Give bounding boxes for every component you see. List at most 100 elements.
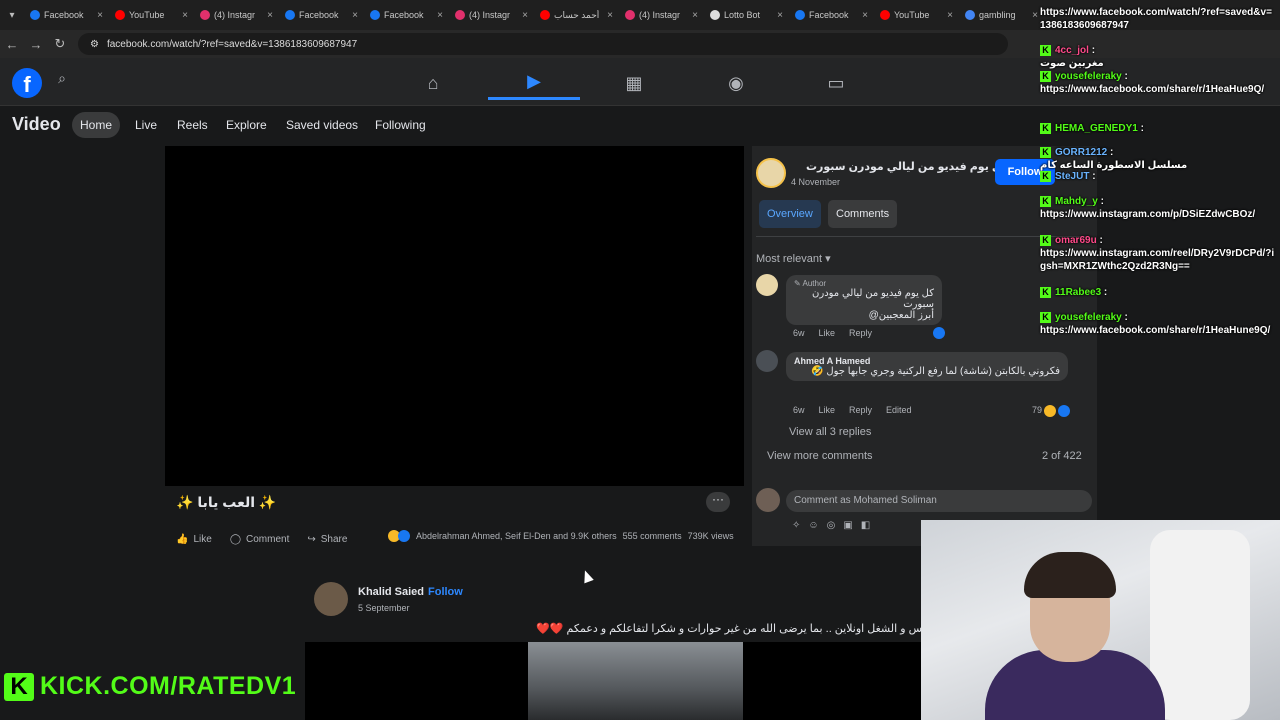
close-icon[interactable]: × — [267, 10, 273, 21]
haha-reaction-icon — [1044, 405, 1057, 417]
marketplace-nav-icon[interactable]: ▦ — [584, 66, 684, 100]
close-icon[interactable]: × — [437, 10, 443, 21]
chip-live[interactable]: Live — [127, 112, 165, 138]
sort-dropdown[interactable]: Most relevant ▾ — [756, 252, 831, 265]
comment-reply-button[interactable]: Reply — [849, 405, 872, 415]
tab-comments[interactable]: Comments — [828, 200, 898, 228]
comment-input[interactable]: Comment as Mohamed Soliman — [786, 490, 1092, 512]
comment-reply-button[interactable]: Reply — [849, 328, 872, 338]
instagram-icon — [455, 10, 465, 20]
forward-icon[interactable]: → — [24, 37, 48, 52]
search-icon[interactable]: ⌕ — [50, 70, 74, 94]
comment-button[interactable]: ◯ Comment — [230, 534, 290, 545]
back-icon[interactable]: ← — [0, 37, 24, 52]
comment-like-button[interactable]: Like — [819, 405, 836, 415]
chat-text: https://www.facebook.com/watch/?ref=save… — [1040, 7, 1272, 31]
avatar[interactable] — [756, 274, 778, 296]
video-player[interactable] — [165, 146, 744, 486]
avatar[interactable] — [756, 350, 778, 372]
browser-tab[interactable]: (4) Instagr × — [194, 2, 279, 28]
browser-tab[interactable]: Facebook × — [364, 2, 449, 28]
close-icon[interactable]: × — [692, 10, 698, 21]
groups-nav-icon[interactable]: ◉ — [686, 66, 786, 100]
chat-message: Kyousefeleraky : https://www.facebook.co… — [1040, 70, 1276, 96]
post-author[interactable]: Khalid Saied — [358, 586, 424, 598]
reactions-summary[interactable]: Abdelrahman Ahmed, Seif El-Den and 9.9K … — [416, 531, 617, 541]
address-bar[interactable]: ⚙ facebook.com/watch/?ref=saved&v=138618… — [78, 33, 1008, 55]
home-nav-icon[interactable]: ⌂ — [383, 66, 483, 100]
tab-search-icon[interactable]: ▾ — [0, 2, 24, 28]
close-icon[interactable]: × — [97, 10, 103, 21]
chat-text: https://www.instagram.com/reel/DRy2V9rDC… — [1040, 248, 1275, 272]
browser-tab[interactable]: Facebook × — [24, 2, 109, 28]
chat-separator: : — [1121, 312, 1128, 323]
comments-pager: 2 of 422 — [1042, 450, 1082, 462]
youtube-icon — [880, 10, 890, 20]
chip-following[interactable]: Following — [367, 112, 434, 138]
sticker-icon[interactable]: ◧ — [861, 520, 870, 531]
close-icon[interactable]: × — [947, 10, 953, 21]
tab-label: Facebook — [299, 10, 339, 20]
post-thumbnail — [528, 642, 743, 720]
comment-author[interactable]: Ahmed A Hameed — [794, 356, 1060, 366]
browser-tab[interactable]: (4) Instagr × — [449, 2, 534, 28]
chat-message: K SteJUT : — [1040, 170, 1276, 183]
facebook-logo-icon[interactable]: f — [12, 68, 42, 98]
thumbs-up-icon: 👍 — [176, 533, 189, 545]
chip-explore[interactable]: Explore — [218, 112, 275, 138]
post-date: 5 September — [358, 603, 410, 613]
chat-separator: : — [1089, 171, 1096, 182]
browser-tab[interactable]: YouTube × — [874, 2, 959, 28]
browser-tab[interactable]: YouTube × — [109, 2, 194, 28]
comments-count[interactable]: 555 comments — [623, 531, 682, 541]
close-icon[interactable]: × — [777, 10, 783, 21]
like-button[interactable]: 👍 Like — [176, 534, 212, 545]
reload-icon[interactable]: ↻ — [48, 36, 72, 52]
browser-tab[interactable]: (4) Instagr × — [619, 2, 704, 28]
chat-message: K Mahdy_y : https://www.instagram.com/p/D… — [1040, 195, 1276, 221]
tab-label: (4) Instagr — [214, 10, 256, 20]
browser-tab[interactable]: أحمد حساب × — [534, 2, 619, 28]
tab-overview[interactable]: Overview — [759, 200, 821, 228]
gif-icon[interactable]: ▣ — [843, 520, 852, 531]
comment-reactions[interactable]: 79 — [1032, 405, 1071, 417]
site-info-icon[interactable]: ⚙ — [90, 39, 99, 50]
browser-tab[interactable]: gambling × — [959, 2, 1044, 28]
close-icon[interactable]: × — [607, 10, 613, 21]
comment-text-mention: @أبرز المعجبين — [868, 310, 934, 321]
chat-message: Komar69u : https://www.instagram.com/ree… — [1040, 234, 1276, 273]
page-avatar[interactable] — [756, 158, 786, 188]
follow-link[interactable]: Follow — [428, 586, 463, 598]
video-nav-icon[interactable]: ▶ — [488, 66, 580, 100]
close-icon[interactable]: × — [352, 10, 358, 21]
youtube-icon — [115, 10, 125, 20]
chip-saved-videos[interactable]: Saved videos — [278, 112, 366, 138]
chip-reels[interactable]: Reels — [169, 112, 216, 138]
kick-badge-icon: K — [1040, 71, 1051, 82]
view-more-comments-link[interactable]: View more comments — [767, 450, 873, 462]
close-icon[interactable]: × — [182, 10, 188, 21]
chat-username: SteJUT — [1055, 171, 1090, 182]
kick-badge-icon: K — [1040, 171, 1051, 182]
gaming-nav-icon[interactable]: ▭ — [786, 66, 886, 100]
google-icon — [965, 10, 975, 20]
avatar[interactable] — [314, 582, 348, 616]
emoji-icon[interactable]: ☺ — [808, 520, 818, 531]
browser-tab[interactable]: Lotto Bot × — [704, 2, 789, 28]
close-icon[interactable]: × — [862, 10, 868, 21]
chip-home[interactable]: Home — [72, 112, 121, 138]
avatar-sticker-icon[interactable]: ✧ — [792, 520, 800, 531]
comment-like-button[interactable]: Like — [819, 328, 836, 338]
camera-icon[interactable]: ◎ — [827, 520, 836, 531]
view-replies-link[interactable]: View all 3 replies — [789, 426, 871, 438]
chat-separator: : — [1097, 196, 1104, 207]
more-options-icon[interactable]: ··· — [706, 492, 730, 512]
browser-tab[interactable]: Facebook × — [279, 2, 364, 28]
close-icon[interactable]: × — [522, 10, 528, 21]
page-name[interactable]: كل يوم فيديو من ليالي مودرن سبورت — [806, 160, 1008, 173]
browser-tab[interactable]: Facebook × — [789, 2, 874, 28]
facebook-icon — [795, 10, 805, 20]
share-button[interactable]: ↪ Share — [307, 534, 347, 545]
tab-label: Facebook — [44, 10, 84, 20]
comment-text: كل يوم فيديو من ليالي مودرن سبورت — [812, 288, 934, 310]
